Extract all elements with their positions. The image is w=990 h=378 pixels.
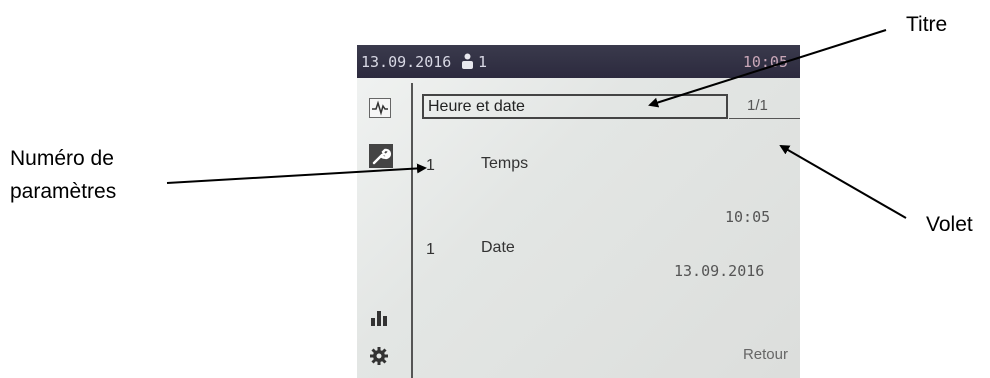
bar-chart-icon[interactable]: [369, 307, 389, 327]
device-screen: 13.09.2016 1 10:05 Heure et date 1/1 1 T…: [357, 45, 800, 378]
user-icon: [462, 53, 473, 69]
param-number: 1: [426, 157, 435, 174]
wrench-icon[interactable]: [369, 144, 393, 168]
status-bar: 13.09.2016 1 10:05: [357, 45, 800, 78]
pulse-icon[interactable]: [369, 98, 391, 118]
page-indicator: 1/1: [747, 97, 768, 114]
param-label-date[interactable]: Date: [481, 239, 515, 257]
annotation-titre: Titre: [906, 13, 948, 36]
back-button[interactable]: Retour: [743, 346, 788, 363]
annotation-numero-parametres: Numéro de paramètres: [10, 142, 116, 208]
gear-icon[interactable]: [369, 346, 389, 366]
param-value-temps: 10:05: [725, 208, 771, 226]
screen-title-box: Heure et date: [422, 94, 728, 119]
annotation-numero-line2: paramètres: [10, 180, 117, 203]
status-date: 13.09.2016: [361, 53, 452, 71]
sidebar: [357, 78, 409, 378]
screen-title: Heure et date: [428, 98, 525, 115]
param-label-temps[interactable]: Temps: [481, 155, 528, 173]
annotation-volet: Volet: [926, 213, 973, 236]
user-count: 1: [478, 53, 488, 71]
title-divider: [729, 118, 800, 119]
sidebar-divider: [411, 83, 413, 378]
status-time: 10:05: [742, 53, 788, 71]
param-number: 1: [426, 241, 435, 258]
annotation-numero-line1: Numéro de: [10, 147, 114, 170]
param-value-date: 13.09.2016: [674, 262, 765, 280]
